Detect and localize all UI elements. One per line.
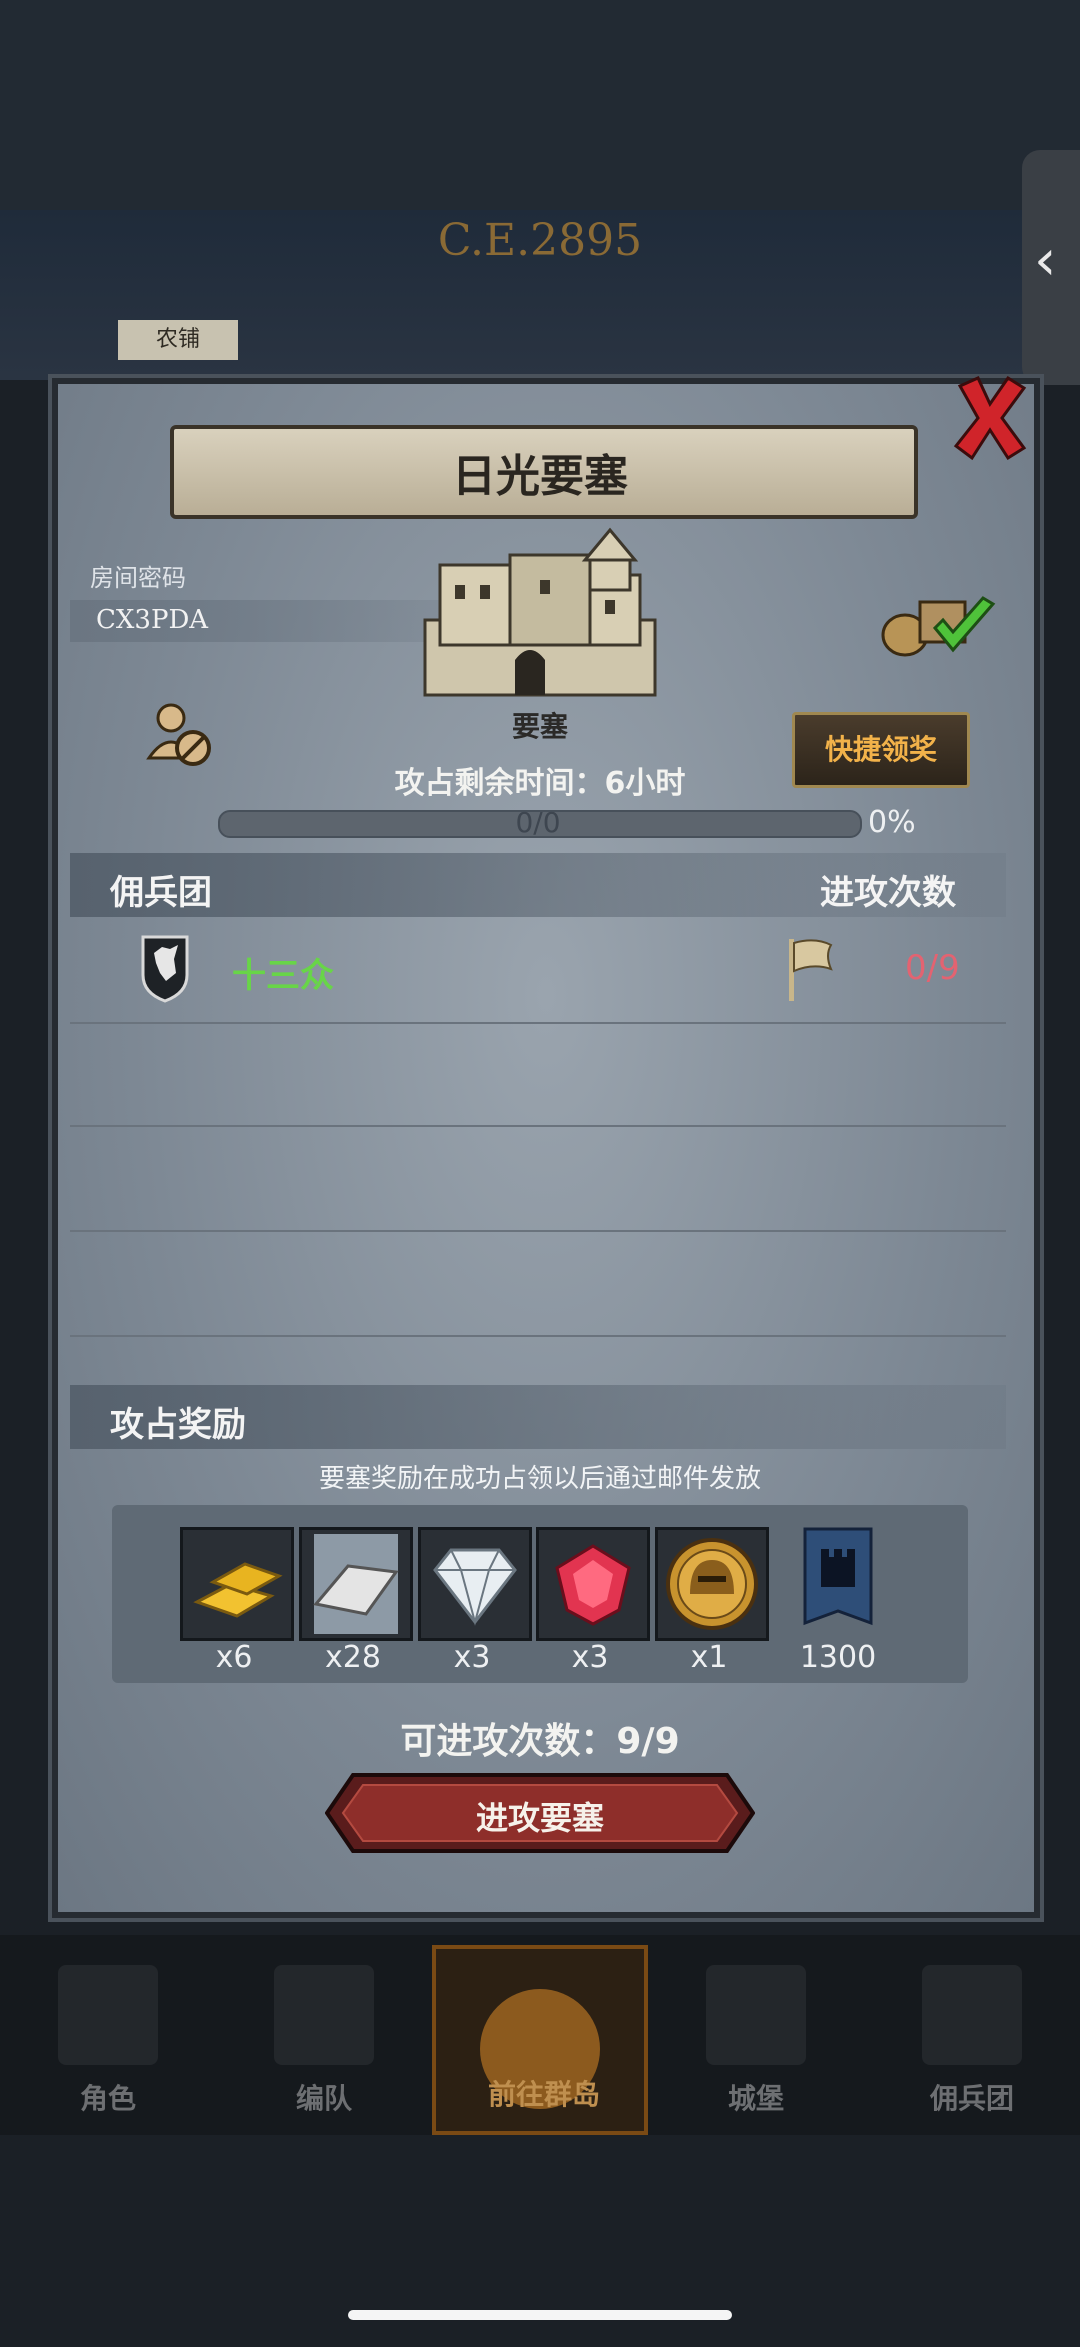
knight-icon bbox=[58, 1965, 158, 2065]
wolf-shield-icon bbox=[141, 935, 189, 1003]
nav-castle[interactable]: 城堡 bbox=[648, 1945, 864, 2135]
nav-mercenary[interactable]: 佣兵团 bbox=[864, 1945, 1080, 2135]
quick-claim-button[interactable]: 快捷领奖 bbox=[792, 712, 970, 788]
reward-slot[interactable] bbox=[180, 1527, 294, 1641]
ruby-icon bbox=[555, 1544, 631, 1626]
reward-slot[interactable] bbox=[418, 1527, 532, 1641]
capture-progress-percent: 0% bbox=[868, 805, 916, 840]
nav-formation[interactable]: 编队 bbox=[216, 1945, 432, 2135]
silver-bar-icon bbox=[313, 1534, 399, 1634]
nav-label: 编队 bbox=[295, 2082, 352, 2115]
reward-slot[interactable] bbox=[536, 1527, 650, 1641]
mercenary-icon bbox=[922, 1965, 1022, 2065]
close-icon bbox=[953, 375, 1027, 461]
helmet-coin-icon bbox=[666, 1538, 758, 1630]
room-code-value[interactable]: CX3PDA bbox=[96, 605, 208, 635]
castle-icon bbox=[706, 1965, 806, 2065]
guild-row[interactable] bbox=[70, 920, 1006, 1020]
reward-quantity: x3 bbox=[453, 1640, 491, 1675]
guild-attack-count: 0/9 bbox=[905, 948, 960, 988]
room-code-label: 房间密码 bbox=[90, 564, 186, 592]
diamond-icon bbox=[433, 1548, 517, 1626]
reward-quantity: x3 bbox=[571, 1640, 609, 1675]
user-blocked-icon[interactable] bbox=[145, 700, 215, 770]
home-indicator[interactable] bbox=[348, 2310, 732, 2320]
reward-quantity: x28 bbox=[325, 1640, 381, 1675]
gold-bar-icon bbox=[193, 1562, 283, 1618]
nav-label: 角色 bbox=[79, 2082, 136, 2115]
attack-fortress-label: 进攻要塞 bbox=[475, 1799, 604, 1837]
dialog-title: 日光要塞 bbox=[452, 451, 628, 502]
nav-label: 佣兵团 bbox=[929, 2082, 1014, 2115]
row-divider bbox=[70, 1022, 1006, 1024]
reward-quantity: x1 bbox=[690, 1640, 728, 1675]
nav-character[interactable]: 角色 bbox=[0, 1945, 216, 2135]
rewards-note: 要塞奖励在成功占领以后通过邮件发放 bbox=[318, 1464, 761, 1494]
claimed-rewards-icon[interactable] bbox=[875, 590, 1000, 660]
mercenary-heading: 佣兵团 bbox=[110, 873, 212, 913]
nav-islands[interactable]: 前往群岛 bbox=[432, 1945, 648, 2135]
status-bar-area bbox=[0, 0, 1080, 210]
guild-name[interactable]: 十三众 bbox=[232, 948, 334, 997]
fortress-icon bbox=[423, 527, 657, 697]
flag-icon bbox=[789, 939, 833, 1001]
row-divider bbox=[70, 1230, 1006, 1232]
nav-label: 前往群岛 bbox=[487, 2078, 600, 2111]
chevron-left-icon: ‹ bbox=[1034, 228, 1057, 293]
rewards-heading: 攻占奖励 bbox=[110, 1405, 246, 1445]
attacks-available: 可进攻次数：9/9 bbox=[400, 1721, 680, 1762]
year-label: C.E.2895 bbox=[437, 215, 643, 266]
reward-slot[interactable] bbox=[655, 1527, 769, 1641]
castle-medal-icon[interactable] bbox=[803, 1527, 873, 1633]
close-button[interactable] bbox=[950, 372, 1030, 462]
time-remaining: 攻占剩余时间：6小时 bbox=[394, 766, 686, 801]
row-divider bbox=[70, 1125, 1006, 1127]
reward-quantity: 1300 bbox=[799, 1640, 877, 1675]
nav-label: 城堡 bbox=[727, 2082, 784, 2115]
attacks-heading: 进攻次数 bbox=[820, 873, 956, 913]
formation-icon bbox=[274, 1965, 374, 2065]
fortress-label: 要塞 bbox=[511, 710, 568, 743]
reward-slot[interactable] bbox=[299, 1527, 413, 1641]
row-divider bbox=[70, 1335, 1006, 1337]
farmer-tag: 农铺 bbox=[118, 320, 238, 360]
reward-quantity: x6 bbox=[215, 1640, 253, 1675]
capture-progress-text: 0/0 bbox=[515, 806, 561, 839]
